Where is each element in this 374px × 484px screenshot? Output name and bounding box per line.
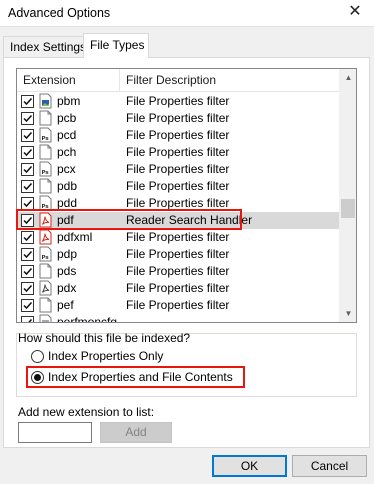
- acrobat-file-icon: [39, 280, 52, 296]
- list-row-pdf[interactable]: pdf Reader Search Handler: [17, 212, 341, 229]
- extension-label: pdp: [57, 247, 78, 261]
- scrollbar-thumb[interactable]: [341, 199, 355, 218]
- filter-description: File Properties filter: [126, 111, 230, 125]
- checkbox-pdfxml[interactable]: [21, 231, 34, 244]
- window-title: Advanced Options: [8, 6, 111, 20]
- ps-file-icon: Ps: [39, 127, 52, 143]
- extension-label: pbm: [57, 94, 81, 108]
- list-row-pbm[interactable]: pbm File Properties filter: [17, 93, 341, 110]
- lines-file-icon: [39, 314, 52, 322]
- list-row-perfmoncfg[interactable]: perfmoncfg: [17, 314, 341, 323]
- extension-label: pdd: [57, 196, 78, 210]
- checkbox-pcd[interactable]: [21, 129, 34, 142]
- checkbox-pdb[interactable]: [21, 180, 34, 193]
- svg-text:Ps: Ps: [42, 255, 50, 261]
- blank-file-icon: [39, 297, 52, 313]
- extension-label: pcx: [57, 162, 76, 176]
- extension-label: perfmoncfg: [57, 315, 118, 323]
- blank-file-icon: [39, 178, 52, 194]
- list-row-pdx[interactable]: pdx File Properties filter: [17, 280, 341, 297]
- ok-button[interactable]: OK: [212, 455, 287, 477]
- add-extension-label: Add new extension to list:: [18, 405, 155, 419]
- radio-index-properties-only[interactable]: [31, 350, 44, 363]
- svg-text:Ps: Ps: [42, 170, 50, 176]
- list-row-pcx[interactable]: Ps pcx File Properties filter: [17, 161, 341, 178]
- filter-description: File Properties filter: [126, 230, 230, 244]
- add-button[interactable]: Add: [100, 422, 172, 443]
- new-extension-input[interactable]: [18, 422, 92, 443]
- pdf-file-icon: [39, 212, 52, 228]
- filter-description: File Properties filter: [126, 94, 230, 108]
- svg-text:Ps: Ps: [42, 204, 50, 210]
- column-separator[interactable]: [119, 69, 120, 92]
- filter-description: File Properties filter: [126, 247, 230, 261]
- checkbox-pcx[interactable]: [21, 163, 34, 176]
- extension-label: pcd: [57, 128, 77, 142]
- ps-file-icon: Ps: [39, 195, 52, 211]
- tab-file-types[interactable]: File Types: [83, 33, 149, 58]
- blank-file-icon: [39, 110, 52, 126]
- column-header-extension[interactable]: Extension: [23, 73, 76, 87]
- checkbox-pch[interactable]: [21, 146, 34, 159]
- index-question-label: How should this file be indexed?: [18, 331, 191, 345]
- checkbox-pds[interactable]: [21, 265, 34, 278]
- list-row-pch[interactable]: pch File Properties filter: [17, 144, 341, 161]
- list-row-pdp[interactable]: Ps pdp File Properties filter: [17, 246, 341, 263]
- filter-description: File Properties filter: [126, 162, 230, 176]
- cancel-button[interactable]: Cancel: [292, 455, 367, 477]
- checkbox-pdd[interactable]: [21, 197, 34, 210]
- filter-description: File Properties filter: [126, 281, 230, 295]
- pdf-file-icon: [39, 229, 52, 245]
- list-row-pds[interactable]: pds File Properties filter: [17, 263, 341, 280]
- vertical-scrollbar[interactable]: ▲ ▼: [339, 69, 356, 322]
- checkbox-pdf[interactable]: [21, 214, 34, 227]
- filter-description: Reader Search Handler: [126, 213, 253, 227]
- scroll-down-icon[interactable]: ▼: [340, 305, 356, 322]
- radio-selected-dot: [34, 374, 41, 381]
- extension-label: pds: [57, 264, 77, 278]
- filter-description: File Properties filter: [126, 264, 230, 278]
- list-row-pdb[interactable]: pdb File Properties filter: [17, 178, 341, 195]
- extension-label: pcb: [57, 111, 77, 125]
- ps-file-icon: Ps: [39, 246, 52, 262]
- radio-index-properties-contents[interactable]: [31, 371, 44, 384]
- list-row-pcd[interactable]: Ps pcd File Properties filter: [17, 127, 341, 144]
- checkbox-perfmoncfg[interactable]: [21, 316, 34, 322]
- ps-file-icon: Ps: [39, 161, 52, 177]
- list-row-pdfxml[interactable]: pdfxml File Properties filter: [17, 229, 341, 246]
- extension-label: pch: [57, 145, 77, 159]
- tab-index-settings[interactable]: Index Settings: [3, 36, 86, 57]
- image-file-icon: [39, 93, 52, 109]
- filter-description: File Properties filter: [126, 196, 230, 210]
- extension-label: pdfxml: [57, 230, 93, 244]
- list-row-pcb[interactable]: pcb File Properties filter: [17, 110, 341, 127]
- blank-file-icon: [39, 263, 52, 279]
- list-row-pdd[interactable]: Ps pdd File Properties filter: [17, 195, 341, 212]
- extension-label: pdb: [57, 179, 78, 193]
- file-type-list[interactable]: Extension Filter Description pbm File Pro…: [16, 68, 357, 323]
- close-icon[interactable]: ✕: [347, 4, 363, 20]
- checkbox-pdx[interactable]: [21, 282, 34, 295]
- extension-label: pdf: [57, 213, 74, 227]
- list-header: Extension Filter Description: [17, 69, 341, 92]
- list-row-pef[interactable]: pef File Properties filter: [17, 297, 341, 314]
- filter-description: File Properties filter: [126, 179, 230, 193]
- checkbox-pdp[interactable]: [21, 248, 34, 261]
- svg-text:Ps: Ps: [42, 136, 50, 142]
- extension-label: pdx: [57, 281, 77, 295]
- file-types-panel: Extension Filter Description pbm File Pro…: [3, 57, 370, 448]
- scroll-up-icon[interactable]: ▲: [340, 69, 356, 86]
- filter-description: File Properties filter: [126, 128, 230, 142]
- extension-label: pef: [57, 298, 74, 312]
- radio-label-properties-contents[interactable]: Index Properties and File Contents: [48, 370, 233, 384]
- column-header-description[interactable]: Filter Description: [126, 73, 216, 87]
- radio-label-properties-only[interactable]: Index Properties Only: [48, 349, 163, 363]
- blank-file-icon: [39, 144, 52, 160]
- title-bar: Advanced Options ✕: [0, 0, 374, 27]
- filter-description: File Properties filter: [126, 145, 230, 159]
- checkbox-pbm[interactable]: [21, 95, 34, 108]
- checkbox-pef[interactable]: [21, 299, 34, 312]
- checkbox-pcb[interactable]: [21, 112, 34, 125]
- filter-description: File Properties filter: [126, 298, 230, 312]
